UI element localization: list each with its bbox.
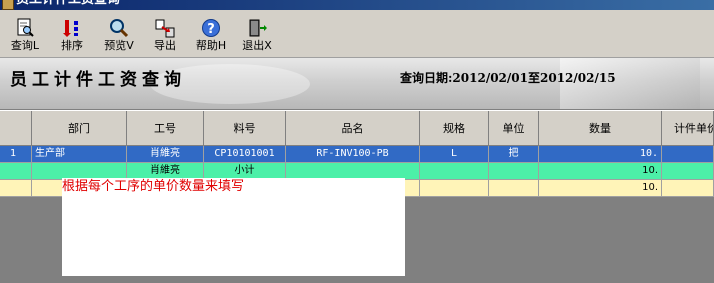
column-header-part-number[interactable]: 料号 [204,111,286,146]
cell-quantity[interactable]: 10. [539,146,662,163]
cell-quantity[interactable]: 10. [539,180,662,197]
cell-part-number[interactable]: CP10101001 [204,146,286,163]
column-header-product-name[interactable]: 品名 [286,111,420,146]
cell-product-name[interactable]: RF-INV100-PB [286,146,420,163]
export-button[interactable]: 导出 [148,12,182,55]
exit-button[interactable]: 退出X [238,12,276,55]
query-document-icon [17,18,34,37]
cell-unit-price[interactable] [662,146,714,163]
row-indicator-header [0,111,32,146]
annotation-text: 根据每个工序的单价数量来填写 [62,179,245,194]
app-icon [2,0,14,10]
cell-spec[interactable]: L [420,146,489,163]
export-icon [155,19,175,38]
help-button[interactable]: ? 帮助H [193,12,229,55]
query-button[interactable]: 查询L [6,12,44,55]
cell-dept[interactable]: 生产部 [32,146,127,163]
cell-unit[interactable]: 把 [489,146,539,163]
svg-text:?: ? [207,22,215,37]
help-label: 帮助H [195,39,227,52]
grid-header: 部门 工号 料号 品名 规格 单位 数量 计件单价 [0,110,714,147]
export-label: 导出 [154,39,176,52]
cell-employee-id[interactable]: 肖維亮 [127,146,204,163]
row-number: 1 [0,146,32,163]
cell-unit-price[interactable] [662,180,714,197]
annotation-note: 根据每个工序的单价数量来填写 [62,178,405,276]
cell-spec[interactable] [420,163,489,180]
window-title: 员工计件工资查询 [16,0,120,8]
query-label: 查询L [10,39,40,52]
table-row[interactable]: 1 生产部 肖維亮 CP10101001 RF-INV100-PB L 把 10… [0,146,714,163]
sort-label: 排序 [61,39,83,52]
cell-unit[interactable] [489,180,539,197]
help-icon: ? [202,19,220,37]
exit-label: 退出X [242,39,272,52]
column-header-quantity[interactable]: 数量 [539,111,662,146]
sort-button[interactable]: 排序 [55,12,89,55]
exit-door-icon [249,19,267,37]
report-banner: 员工计件工资查询 查询日期:2012/02/01至2012/02/15 [0,58,714,109]
banner-title: 员工计件工资查询 [10,70,186,90]
sort-icon [63,20,78,37]
preview-label: 预览V [104,39,134,52]
column-header-spec[interactable]: 规格 [420,111,489,146]
row-number [0,163,32,180]
column-header-unit-price[interactable]: 计件单价 [662,111,714,146]
cell-quantity[interactable]: 10. [539,163,662,180]
column-header-employee-id[interactable]: 工号 [127,111,204,146]
row-number [0,180,32,197]
cell-unit-price[interactable] [662,163,714,180]
title-bar: 员工计件工资查询 [0,0,714,10]
cell-spec[interactable] [420,180,489,197]
toolbar: 查询L 排序 预览V 导出 ? 帮助H 退出X [0,10,714,58]
preview-magnifier-icon [110,19,129,38]
column-header-unit[interactable]: 单位 [489,111,539,146]
cell-unit[interactable] [489,163,539,180]
column-header-dept[interactable]: 部门 [32,111,127,146]
query-date-range: 查询日期:2012/02/01至2012/02/15 [400,71,616,85]
preview-button[interactable]: 预览V [100,12,138,55]
